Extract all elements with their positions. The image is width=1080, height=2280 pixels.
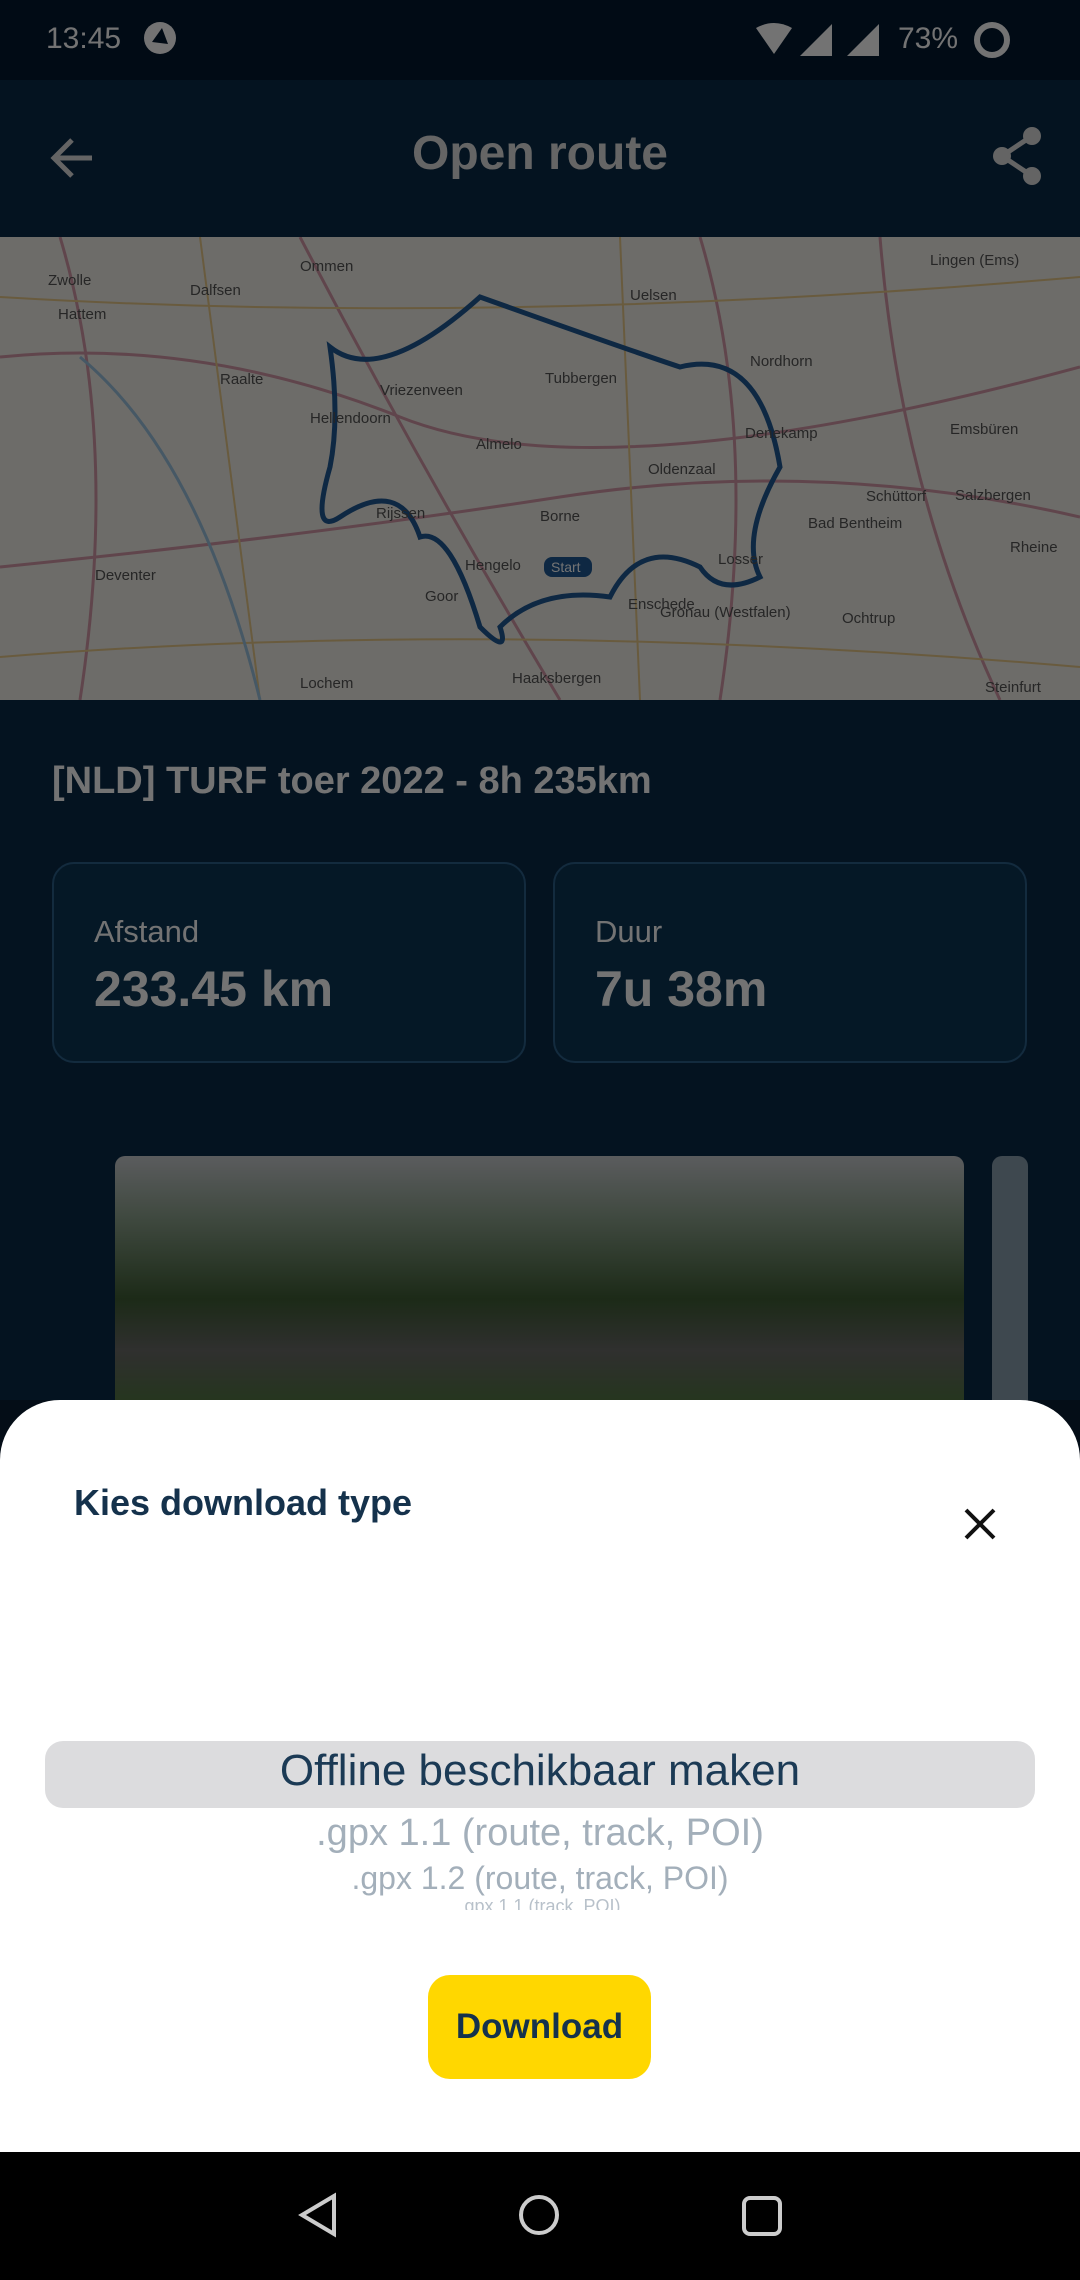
map-place-label: Nordhorn [750,353,813,370]
stat-value: 233.45 km [94,961,334,1017]
page-title: Open route [411,127,668,180]
map-place-label: Bad Bentheim [808,515,902,532]
stat-label: Duur [595,914,663,949]
map-place-label: Vriezenveen [380,382,463,399]
map-place-label: Raalte [220,371,263,388]
map-place-label: Emsbüren [950,421,1018,438]
map-place-label: Zwolle [48,272,91,289]
battery-percent: 73% [898,22,959,55]
wifi-icon [756,23,792,54]
map-place-label: Almelo [476,436,522,453]
map-place-label: Ochtrup [842,610,895,627]
app-bar: Open route [0,80,1080,237]
app-notification-icon [144,22,176,54]
map-place-label: Losser [718,551,763,568]
status-bar: 13:45 73% [0,0,1080,80]
map-place-label: Dalfsen [190,282,241,299]
route-details: [NLD] TURF toer 2022 - 8h 235km Afstand … [0,700,1080,1416]
download-button[interactable]: Download [428,1975,651,2079]
map-place-label: Gronau (Westfalen) [660,604,791,621]
map-place-label: Oldenzaal [648,461,716,478]
navigation-bar [0,2152,1080,2280]
map-place-label: Schüttorf [866,488,927,505]
map-place-label: Tubbergen [545,370,617,387]
map-place-label: Salzbergen [955,487,1031,504]
map-place-label: Rijssen [376,505,425,522]
route-name: [NLD] TURF toer 2022 - 8h 235km [52,760,652,802]
stat-card-distance: Afstand 233.45 km [52,862,526,1063]
map-place-label: Steinfurt [985,679,1042,696]
map-place-label: Rheine [1010,539,1058,556]
picker-option[interactable]: .gpx 1.2 (route, track, POI) [0,1860,1080,1897]
sheet-title: Kies download type [74,1482,413,1523]
map-place-label: Lochem [300,675,353,692]
stat-label: Afstand [94,914,200,949]
picker-option[interactable]: .gpx 1.1 (route, track, POI) [0,1812,1080,1855]
signal-icon [800,24,832,56]
stat-value: 7u 38m [595,961,768,1017]
signal-icon-2 [847,24,879,56]
close-icon[interactable] [956,1500,1004,1548]
route-photo[interactable] [115,1156,964,1416]
route-photo-next[interactable] [992,1156,1028,1416]
map-place-label: Hengelo [465,557,521,574]
map-place-label: Uelsen [630,287,677,304]
picker-option-selected[interactable]: Offline beschikbaar maken [0,1746,1080,1796]
status-time: 13:45 [46,22,122,55]
map-place-label: Hattem [58,306,106,323]
start-label: Start [551,559,581,575]
map-place-label: Hellendoorn [310,410,391,427]
route-map[interactable]: Zwolle Ommen Dalfsen Hattem Raalte Hellendoor… [0,237,1080,700]
nav-home-icon[interactable] [516,2192,562,2238]
map-place-label: Lingen (Ems) [930,252,1019,269]
map-place-label: Borne [540,508,580,525]
download-type-sheet: Kies download type Offline beschikbaar m… [0,1400,1080,2152]
battery-icon [974,22,1010,58]
map-place-label: Denekamp [745,425,818,442]
share-icon[interactable] [990,124,1046,188]
picker-option[interactable]: .gpx 1.1 (track, POI) [0,1896,1080,1910]
map-place-label: Goor [425,588,458,605]
nav-back-icon[interactable] [296,2192,342,2238]
map-place-label: Ommen [300,258,353,275]
stat-card-duration: Duur 7u 38m [553,862,1027,1063]
nav-recents-icon[interactable] [740,2194,786,2240]
map-place-label: Deventer [95,567,156,584]
map-place-label: Haaksbergen [512,670,601,687]
